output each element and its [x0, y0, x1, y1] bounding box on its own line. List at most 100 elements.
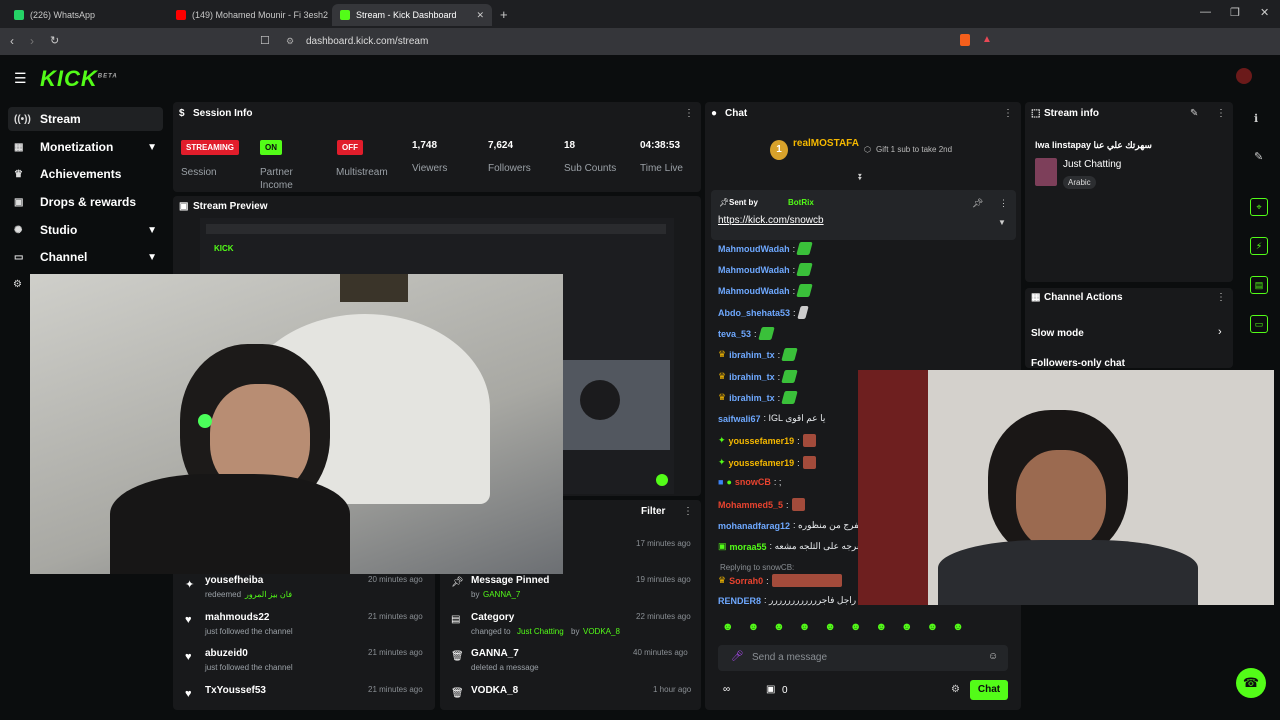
chat-message: teva_53: — [718, 327, 775, 340]
gift-sub-hint[interactable]: Gift 1 sub to take 2nd — [876, 145, 952, 154]
feed-username[interactable]: TxYoussef53 — [205, 685, 266, 696]
focus-icon[interactable]: ⌖ — [1250, 198, 1268, 216]
chat-username[interactable]: Abdo_shehata53 — [718, 308, 790, 318]
close-tab-icon[interactable]: ✕ — [476, 10, 484, 21]
settings-icon[interactable]: ⚙ — [13, 279, 22, 290]
gift-box-icon[interactable]: ▣ — [766, 684, 775, 695]
pinned-by-user[interactable]: BotRix — [788, 198, 814, 207]
chevron-right-icon[interactable]: › — [1218, 326, 1222, 338]
chat-settings-icon[interactable]: ⚙ — [951, 684, 960, 695]
chat-username[interactable]: snowCB — [735, 477, 771, 487]
emote-icon[interactable]: ☻ — [875, 621, 887, 637]
back-icon[interactable]: ‹ — [10, 34, 14, 48]
followers-only-action[interactable]: Followers-only chat — [1031, 358, 1125, 370]
sidebar-item-channel[interactable]: ▭ Channel ▼ — [8, 245, 163, 269]
chat-username[interactable]: youssefamer19 — [729, 458, 795, 468]
emote-icon[interactable]: ☻ — [799, 621, 811, 637]
top-gifter-name[interactable]: realMOSTAFA — [793, 138, 859, 149]
chat-username[interactable]: Mohammed5_5 — [718, 500, 783, 510]
unpin-icon[interactable]: 📌︎ — [972, 198, 983, 209]
clipboard-icon[interactable]: ▤ — [1250, 276, 1268, 294]
scroll-down-icon[interactable]: ⏬︎ — [858, 172, 863, 183]
chevron-down-icon[interactable]: ▼ — [998, 218, 1006, 227]
tab-kick-dashboard[interactable]: Stream - Kick Dashboard ✕ — [332, 4, 492, 26]
send-chat-button[interactable]: Chat — [970, 680, 1008, 700]
chat-username[interactable]: MahmoudWadah — [718, 286, 790, 296]
new-tab-icon[interactable]: + — [500, 7, 508, 22]
emote-icon[interactable]: ☻ — [748, 621, 760, 637]
emote-icon[interactable]: ☻ — [850, 621, 862, 637]
feed-user[interactable]: GANNA_7 — [471, 648, 519, 659]
chat-username[interactable]: MahmoudWadah — [718, 244, 790, 254]
chat-username[interactable]: saifwali67 — [718, 414, 761, 424]
chat-bubble-icon[interactable]: ▭ — [1250, 315, 1268, 333]
bookmark-icon[interactable]: ☐ — [260, 34, 270, 47]
bolt-icon[interactable]: ⚡︎ — [1250, 237, 1268, 255]
chat-username[interactable]: ibrahim_tx — [729, 372, 775, 382]
feed-user[interactable]: VODKA_8 — [583, 627, 620, 636]
brave-shield-icon[interactable] — [960, 34, 970, 46]
kick-logo[interactable]: KICKBETA — [40, 66, 118, 92]
maximize-icon[interactable]: ❐ — [1230, 6, 1240, 19]
sidebar-item-stream[interactable]: ((•)) Stream — [8, 107, 163, 131]
sidebar-item-achievements[interactable]: ♛ Achievements — [8, 162, 163, 186]
browser-tab-bar: (226) WhatsApp (149) Mohamed Mounir - Fi… — [0, 0, 1280, 28]
chat-username[interactable]: mohanadfarag12 — [718, 521, 790, 531]
stream-category[interactable]: Just Chatting — [1063, 159, 1121, 170]
viewers-label: Viewers — [412, 163, 448, 174]
more-options-icon[interactable]: ⋮ — [1003, 108, 1013, 119]
feed-user[interactable]: VODKA_8 — [471, 685, 518, 696]
emote-icon[interactable]: ☻ — [952, 621, 964, 637]
more-options-icon[interactable]: ⋮ — [1216, 108, 1226, 119]
feed-category[interactable]: Just Chatting — [517, 627, 564, 636]
url-field[interactable]: dashboard.kick.com/stream — [280, 32, 1000, 51]
pinned-link[interactable]: https://kick.com/snowcb — [718, 215, 824, 226]
emote-icon[interactable]: ☻ — [927, 621, 939, 637]
emote-icon[interactable]: ☻ — [901, 621, 913, 637]
sidebar-item-studio[interactable]: ✺ Studio ▼ — [8, 218, 163, 242]
partner-on-badge[interactable]: ON — [260, 140, 282, 155]
more-options-icon[interactable]: ⋮ — [683, 506, 693, 517]
reload-icon[interactable]: ↻ — [50, 34, 59, 47]
feed-username[interactable]: abuzeid0 — [205, 648, 248, 659]
window-close-icon[interactable]: ✕ — [1260, 6, 1269, 19]
sidebar-item-drops[interactable]: ▣ Drops & rewards — [8, 190, 163, 214]
forward-icon[interactable]: › — [30, 34, 34, 48]
more-options-icon[interactable]: ⋮ — [1216, 292, 1226, 303]
chat-username[interactable]: ibrahim_tx — [729, 393, 775, 403]
chat-username[interactable]: youssefamer19 — [729, 436, 795, 446]
edit-icon[interactable]: ✎ — [1190, 108, 1198, 119]
feed-user[interactable]: GANNA_7 — [483, 590, 520, 599]
rewards-icon[interactable]: ▲ — [982, 34, 992, 45]
tab-whatsapp[interactable]: (226) WhatsApp — [6, 4, 164, 26]
chat-username[interactable]: moraa55 — [730, 542, 767, 552]
more-options-icon[interactable]: ⋮ — [684, 108, 694, 119]
emote-icon[interactable]: ☻ — [773, 621, 785, 637]
info-icon[interactable]: ℹ — [1254, 112, 1258, 125]
emote-icon[interactable]: ☻ — [824, 621, 836, 637]
feed-username[interactable]: yousefheiba — [205, 575, 263, 586]
slow-mode-action[interactable]: Slow mode — [1031, 328, 1084, 339]
avatar[interactable] — [1236, 68, 1252, 84]
emoji-icon[interactable]: ☺ — [988, 651, 998, 662]
chat-username[interactable]: MahmoudWadah — [718, 265, 790, 275]
support-chat-icon[interactable]: ☎ — [1236, 668, 1266, 698]
emote-icon — [781, 348, 798, 361]
chat-username[interactable]: ibrahim_tx — [729, 350, 775, 360]
sidebar-item-monetization[interactable]: ▦ Monetization ▼ — [8, 135, 163, 159]
menu-icon[interactable]: ☰ — [14, 70, 27, 87]
more-options-icon[interactable]: ⋮ — [999, 198, 1008, 209]
chat-username[interactable]: teva_53 — [718, 329, 751, 339]
chat-username[interactable]: Sorrah0 — [729, 576, 763, 586]
filter-button[interactable]: Filter — [641, 506, 665, 517]
mic-icon[interactable]: 🎤︎ — [731, 651, 744, 662]
feed-username[interactable]: mahmouds22 — [205, 612, 269, 623]
site-info-icon[interactable]: ⚙ — [286, 36, 294, 47]
multistream-off-badge[interactable]: OFF — [337, 140, 363, 155]
minimize-icon[interactable]: — — [1200, 6, 1211, 18]
emote-icon[interactable]: ☻ — [722, 621, 734, 637]
chat-username[interactable]: RENDER8 — [718, 596, 761, 606]
edit-icon[interactable]: ✎ — [1254, 150, 1263, 163]
category-thumbnail — [1035, 158, 1057, 186]
tab-youtube[interactable]: (149) Mohamed Mounir - Fi 3esh2 El — [168, 4, 328, 26]
